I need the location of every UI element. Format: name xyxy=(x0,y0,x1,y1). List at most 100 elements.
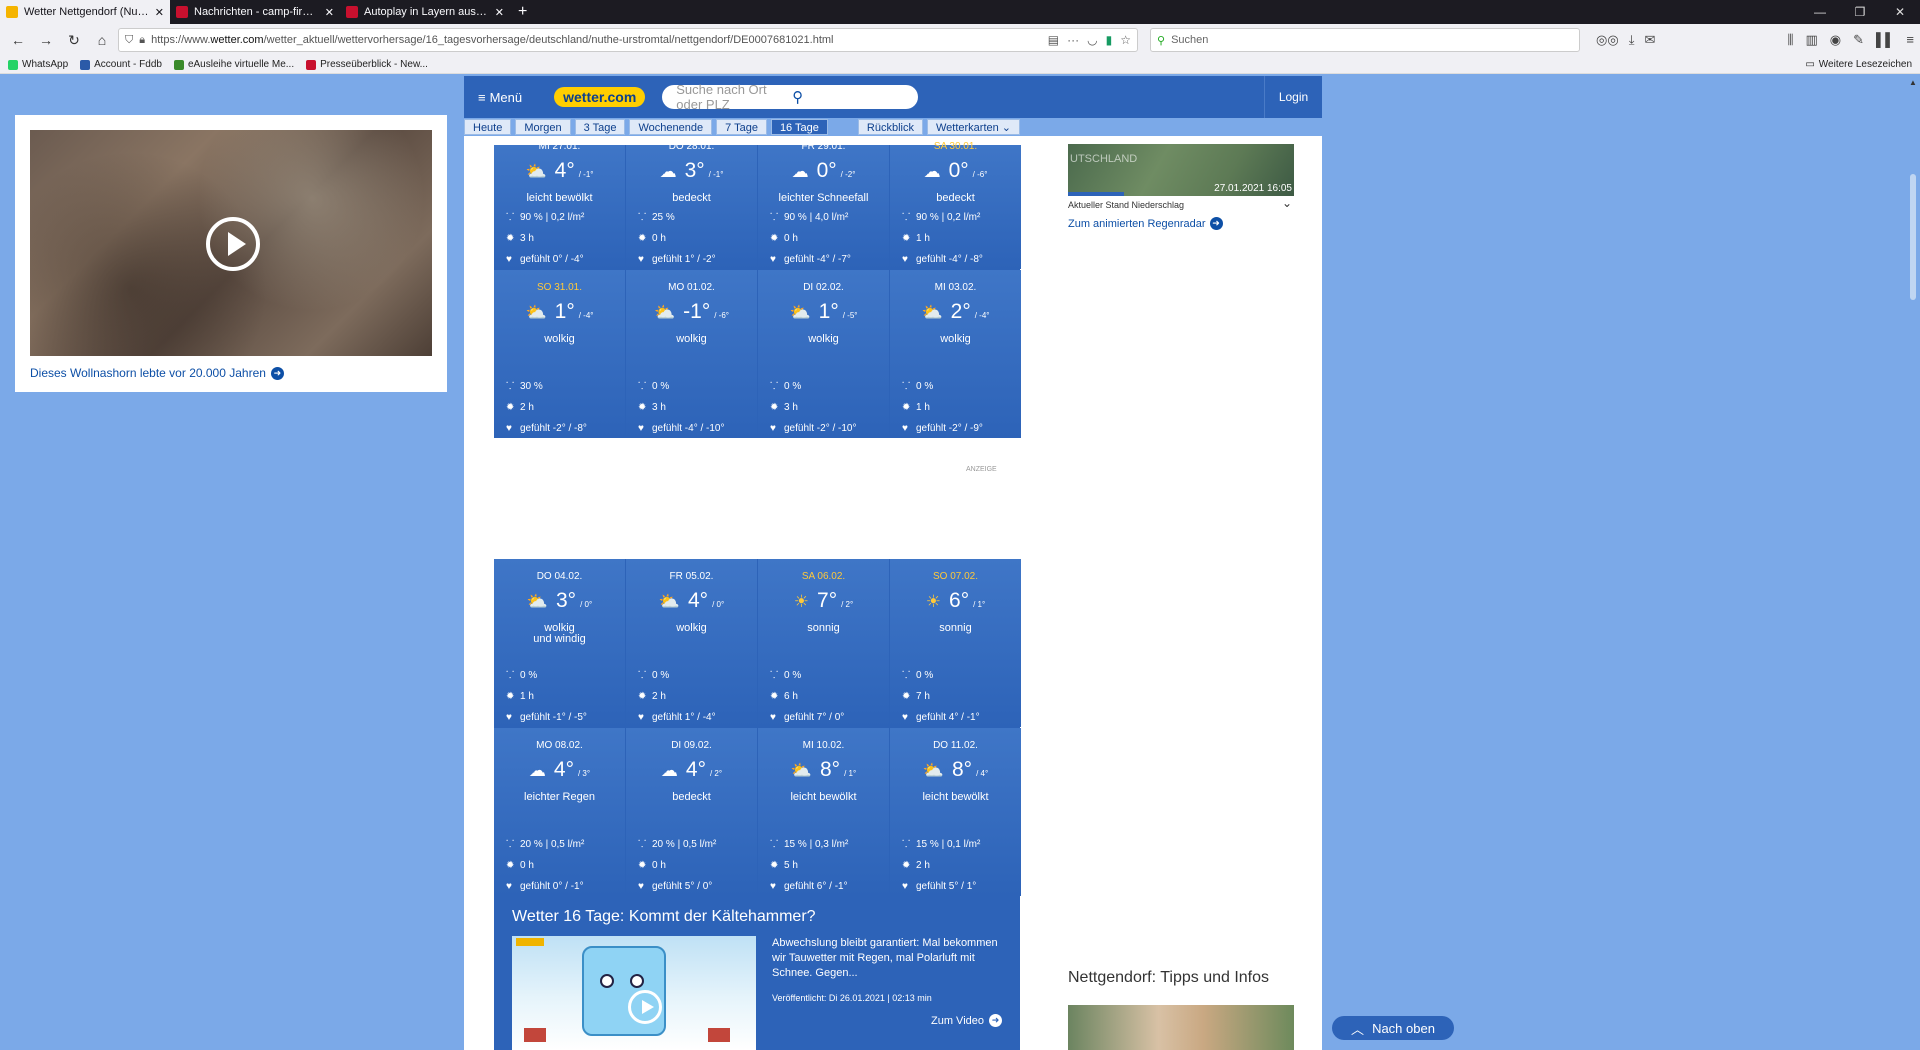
barcode-icon[interactable]: ▌▌ xyxy=(1876,32,1894,48)
close-icon[interactable]: ✕ xyxy=(155,6,164,19)
rain-icon: ⸪ xyxy=(770,670,779,681)
forecast-day[interactable]: DI 02.02. ⛅ 1° / -5° wolkig ⸪ 0 % ✹ 3 h ♥ gefühlt … xyxy=(758,270,889,438)
forecast-date: SO 07.02. xyxy=(932,571,979,582)
forecast-day[interactable]: DO 11.02. ⛅ 8°/ 4° leicht bewölkt ⸪ 15 % | 0,… xyxy=(890,728,1021,896)
tab-rueckblick[interactable]: Rückblick xyxy=(857,119,923,135)
felt-temperature: gefühlt 5° / 0° xyxy=(652,881,713,892)
precipitation: 0 % xyxy=(652,381,670,392)
reader-view-icon[interactable]: ▤ xyxy=(1048,33,1059,47)
forecast-day[interactable]: FR 29.01. ☁ 0° / -2° leichter Schneefall ⸪ 90 … xyxy=(758,141,889,269)
lock-icon[interactable]: 🔒︎ xyxy=(139,34,145,47)
forecast-day[interactable]: SO 07.02. ☀ 6°/ 1° sonnig ⸪ 0 % ✹ 7 h ♥ gefühlt 4… xyxy=(890,559,1021,727)
minimize-icon[interactable]: — xyxy=(1800,0,1840,24)
felt-temperature: gefühlt -2° / -9° xyxy=(916,423,983,434)
account-icon[interactable]: ◉ xyxy=(1830,32,1841,48)
sidebar-icon[interactable]: ▥ xyxy=(1805,32,1817,48)
more-bookmarks[interactable]: ▭ Weitere Lesezeichen xyxy=(1805,59,1912,70)
back-icon[interactable]: ← xyxy=(6,28,30,52)
url-bar[interactable]: ⛉ 🔒︎ https://www.wetter.com/wetter_aktue… xyxy=(118,28,1138,52)
forecast-day[interactable]: MI 03.02. ⛅ 2° / -4° wolkig ⸪ 0 % ✹ 1 h ♥ gefühlt … xyxy=(890,270,1021,438)
close-icon[interactable]: ✕ xyxy=(495,6,504,19)
forecast-day[interactable]: MO 08.02. ☁ 4°/ 3° leichter Regen ⸪ 20 % | 0,… xyxy=(494,728,625,896)
felt-temperature: gefühlt 4° / -1° xyxy=(916,712,980,723)
bookmark-eausleihe[interactable]: eAusleihe virtuelle Me... xyxy=(173,59,294,70)
extension-icon[interactable]: ✎ xyxy=(1853,32,1864,48)
radar-map[interactable]: UTSCHLAND 27.01.2021 16:05 xyxy=(1068,144,1294,196)
tab-7-tage[interactable]: 7 Tage xyxy=(716,119,767,135)
close-icon[interactable]: ✕ xyxy=(325,6,334,19)
video-thumbnail[interactable] xyxy=(30,130,432,356)
mail-icon[interactable]: ✉ xyxy=(1644,32,1655,48)
search-bar[interactable]: ⚲ Suchen xyxy=(1150,28,1580,52)
search-icon[interactable]: ⚲ xyxy=(792,88,908,106)
forecast-day[interactable]: DO 04.02. ⛅ 3°/ 0° wolkig und windig ⸪ 0 % ✹ 1 … xyxy=(494,559,625,727)
forecast-day[interactable]: DI 09.02. ☁ 4°/ 2° bedeckt ⸪ 20 % | 0,5 l/m² ✹… xyxy=(626,728,757,896)
temp-min: / -1° xyxy=(578,170,594,179)
article-teaser[interactable]: Wetter 16 Tage: Kommt der Kältehammer? A… xyxy=(494,896,1020,1050)
rain-icon: ⸪ xyxy=(770,839,779,850)
sun-icon: ✹ xyxy=(638,691,647,702)
pocket-icon[interactable]: ◡ xyxy=(1087,33,1097,47)
article-video-thumbnail[interactable] xyxy=(512,936,756,1050)
forecast-day[interactable]: FR 05.02. ⛅ 4°/ 0° wolkig ⸪ 0 % ✹ 2 h ♥ gefühlt 1… xyxy=(626,559,757,727)
radar-link[interactable]: Zum animierten Regenradar ➜ xyxy=(1068,217,1223,230)
shield-icon[interactable]: ⛉ xyxy=(125,34,133,47)
url-text[interactable]: https://www.wetter.com/wetter_aktuell/we… xyxy=(151,34,1042,46)
temp-min: / -4° xyxy=(974,311,990,320)
forecast-day[interactable]: MO 01.02. ⛅ -1° / -6° wolkig ⸪ 0 % ✹ 3 h ♥ gefühlt… xyxy=(626,270,757,438)
tab-16-tage[interactable]: 16 Tage xyxy=(770,119,828,135)
sun-icon: ✹ xyxy=(506,402,515,413)
more-actions-icon[interactable]: ··· xyxy=(1067,33,1079,47)
tab-wetterkarten[interactable]: Wetterkarten xyxy=(926,119,1021,135)
tab-heute[interactable]: Heute xyxy=(464,119,512,135)
article-video-link[interactable]: Zum Video ➜ xyxy=(931,1014,1002,1027)
play-icon[interactable] xyxy=(206,217,260,271)
article-title[interactable]: Wetter 16 Tage: Kommt der Kältehammer? xyxy=(512,908,816,926)
precipitation: 15 % | 0,1 l/m² xyxy=(916,839,981,850)
forecast-day[interactable]: DO 28.01. ☁ 3° / -1° bedeckt ⸪ 25 % ✹ 0 h ♥ gefühl… xyxy=(626,141,757,269)
chevron-down-icon[interactable]: ⌄ xyxy=(1282,196,1292,210)
condition: leicht bewölkt xyxy=(526,192,593,204)
forecast-day[interactable]: SA 30.01. ☁ 0° / -6° bedeckt ⸪ 90 % | 0,2 l/m²… xyxy=(890,141,1021,269)
back-to-top-button[interactable]: ︿ Nach oben xyxy=(1332,1016,1454,1040)
tips-image[interactable] xyxy=(1068,1005,1294,1050)
scrollbar-thumb[interactable] xyxy=(1910,174,1916,300)
forecast-day[interactable]: SO 31.01. ⛅ 1° / -4° wolkig ⸪ 30 % ✹ 2 h ♥ gefühlt… xyxy=(494,270,625,438)
bookmark-star-icon[interactable]: ☆ xyxy=(1120,33,1131,47)
video-caption-link[interactable]: Dieses Wollnashorn lebte vor 20.000 Jahr… xyxy=(30,366,284,380)
download-icon[interactable]: ⤓ xyxy=(1629,32,1635,48)
forward-icon[interactable]: → xyxy=(34,28,58,52)
forecast-day[interactable]: MI 27.01. ⛅ 4° / -1° leicht bewölkt ⸪ 90 % | 0… xyxy=(494,141,625,269)
reload-icon[interactable]: ↻ xyxy=(62,28,86,52)
page-scrollbar[interactable]: ▲ xyxy=(1906,74,1920,1050)
tab-3-tage[interactable]: 3 Tage xyxy=(574,119,626,135)
browser-tab[interactable]: Wetter Nettgendorf (Nuthe-Ur ✕ xyxy=(0,0,170,24)
tab-morgen[interactable]: Morgen xyxy=(515,119,571,135)
tab-wochenende[interactable]: Wochenende xyxy=(629,119,713,135)
library-icon[interactable]: ⫼ xyxy=(1787,32,1793,48)
bookmark-fddb[interactable]: Account - Fddb xyxy=(80,59,162,70)
play-icon[interactable] xyxy=(628,990,662,1024)
browser-tab[interactable]: Nachrichten - camp-firefox.de ✕ xyxy=(170,0,340,24)
felt-temperature: gefühlt -4° / -8° xyxy=(916,254,983,265)
forecast-day[interactable]: MI 10.02. ⛅ 8°/ 1° leicht bewölkt ⸪ 15 % | 0,… xyxy=(758,728,889,896)
bookmark-whatsapp[interactable]: WhatsApp xyxy=(8,59,68,70)
forecast-day[interactable]: SA 06.02. ☀ 7°/ 2° sonnig ⸪ 0 % ✹ 6 h ♥ gefühlt 7… xyxy=(758,559,889,727)
bookmark-presse[interactable]: Presseüberblick - New... xyxy=(306,59,428,70)
browser-tab[interactable]: Autoplay in Layern ausschalten ✕ xyxy=(340,0,510,24)
precipitation: 30 % xyxy=(520,381,543,392)
menu-button[interactable]: ≡ Menü xyxy=(478,90,522,105)
heart-icon: ♥ xyxy=(770,423,776,434)
hamburger-menu-icon[interactable]: ≡ xyxy=(1906,32,1914,48)
site-logo[interactable]: wetter.com xyxy=(554,87,646,107)
close-window-icon[interactable]: ✕ xyxy=(1880,0,1920,24)
home-icon[interactable]: ⌂ xyxy=(90,28,114,52)
glasses-icon[interactable]: ◎◎ xyxy=(1596,32,1619,48)
flag-icon[interactable]: ▮ xyxy=(1106,33,1113,47)
restore-icon[interactable]: ❐ xyxy=(1840,0,1880,24)
scroll-up-icon[interactable]: ▲ xyxy=(1909,78,1917,87)
login-button[interactable]: Login xyxy=(1264,76,1322,118)
sunshine-hours: 3 h xyxy=(652,402,666,413)
location-search-input[interactable]: Suche nach Ort oder PLZ ⚲ xyxy=(662,82,919,112)
new-tab-button[interactable]: + xyxy=(510,0,535,24)
